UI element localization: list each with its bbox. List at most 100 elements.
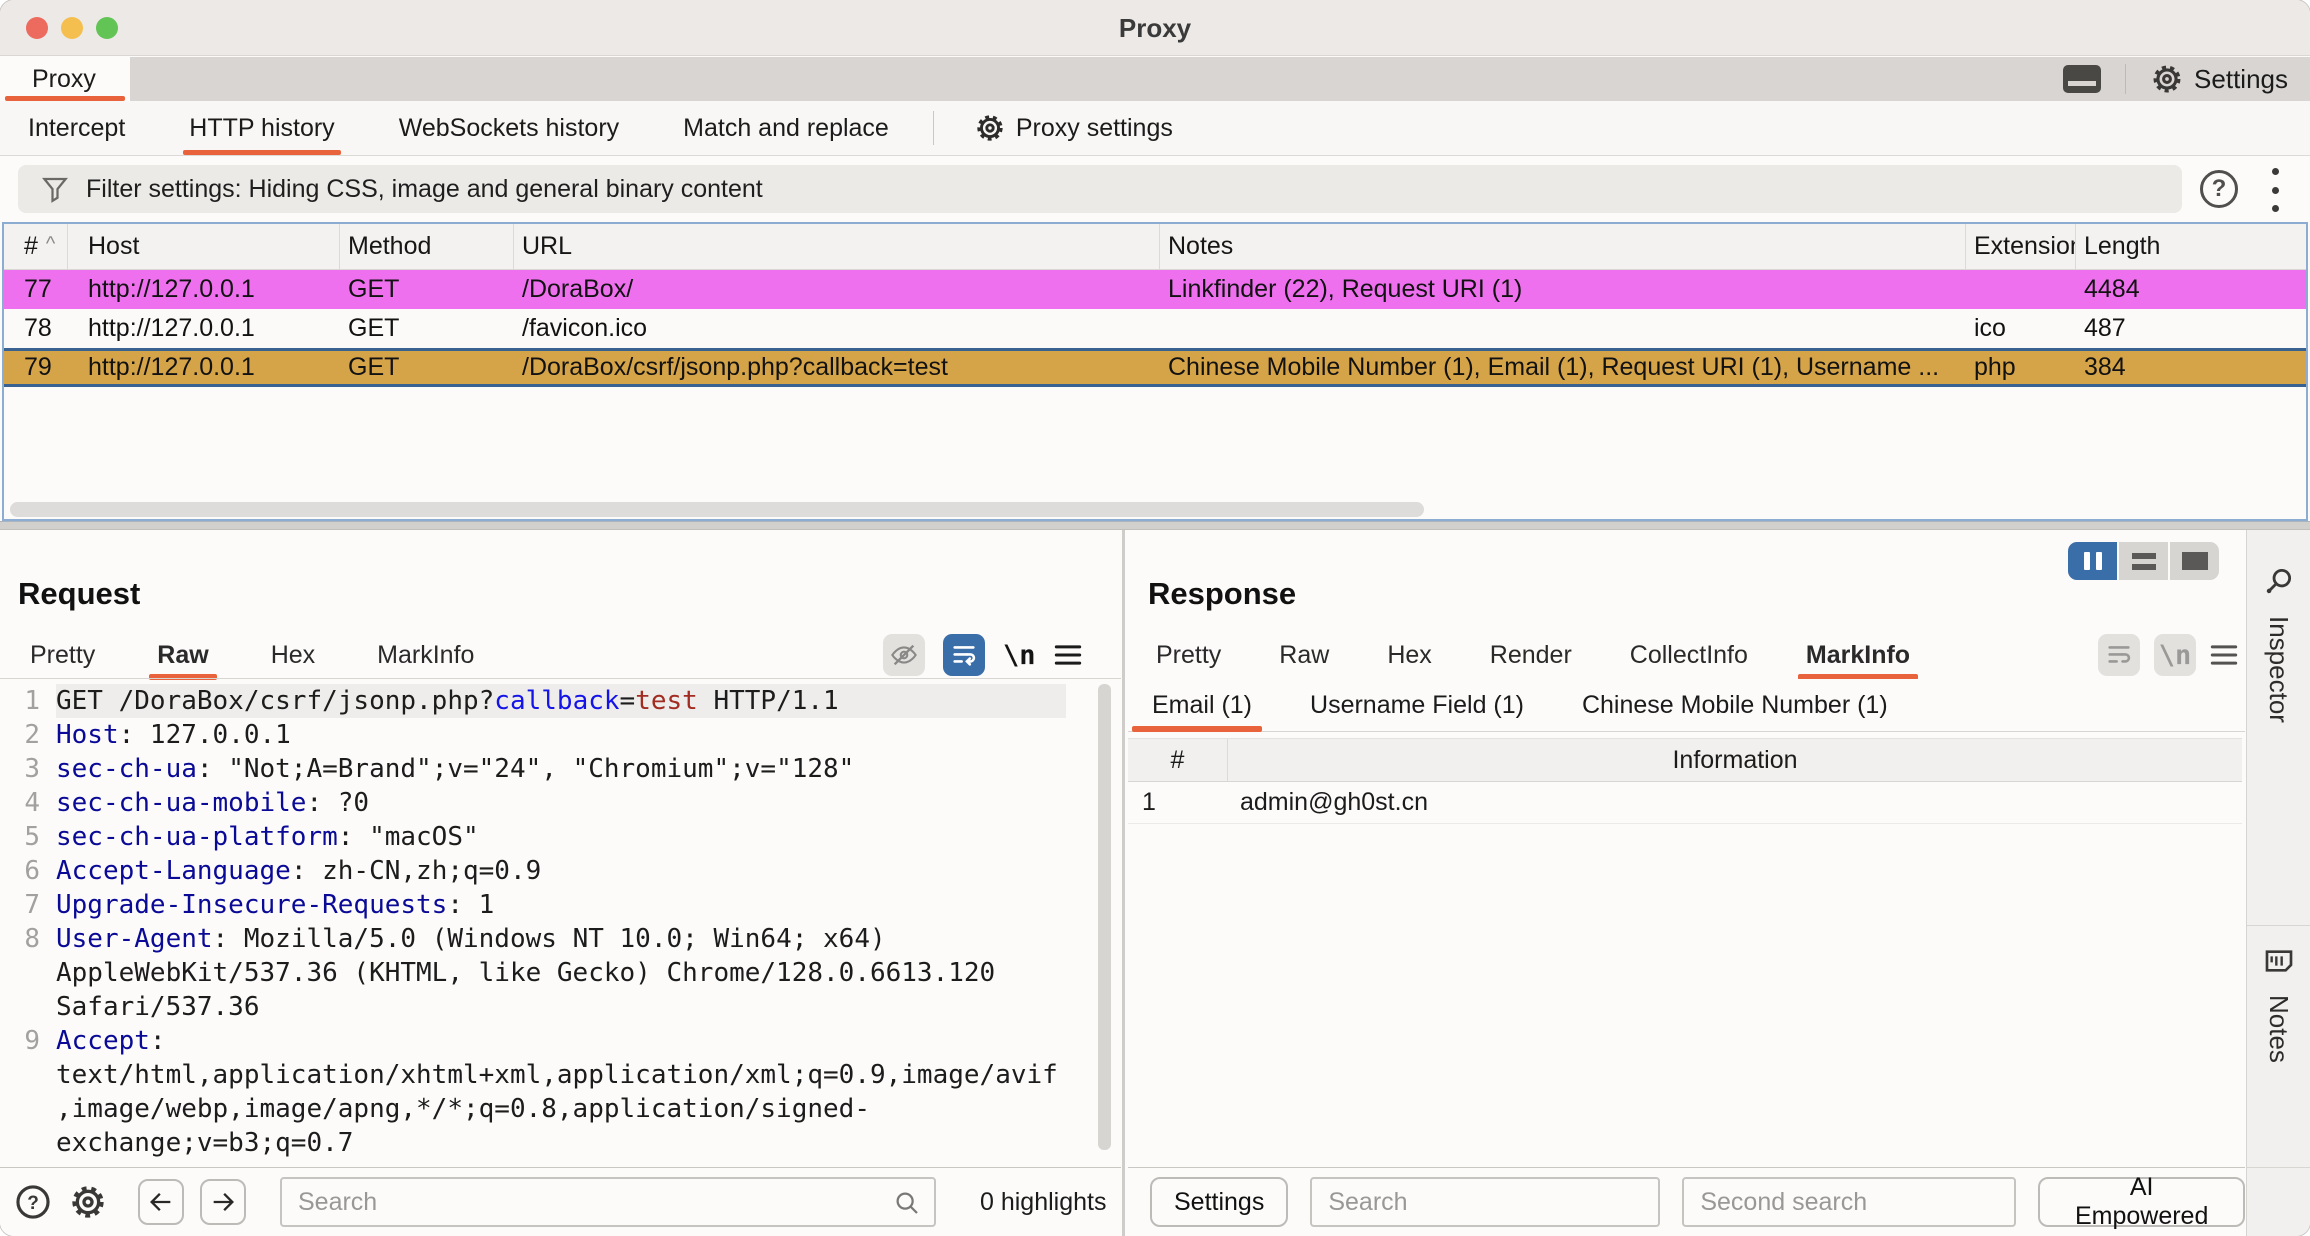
request-editor[interactable]: 1 GET /DoraBox/csrf/jsonp.php?callback=te…: [0, 679, 1110, 1165]
next-match-button[interactable]: [200, 1179, 246, 1225]
pane-splitter[interactable]: [0, 521, 2310, 530]
ai-empowered-button[interactable]: AI Empowered: [2038, 1173, 2245, 1230]
token-header: sec-ch-ua: [56, 754, 197, 784]
token-header: Accept: [56, 1026, 150, 1056]
cell-url: /DoraBox/csrf/jsonp.php?callback=test: [522, 353, 948, 381]
markinfo-tab-email-1[interactable]: Email (1): [1131, 679, 1263, 732]
cell-method: GET: [348, 275, 400, 303]
response-tab-markinfo[interactable]: MarkInfo: [1797, 632, 1919, 680]
newline-toggle[interactable]: \n: [1003, 640, 1036, 671]
more-options-icon[interactable]: [2268, 168, 2282, 212]
subtab-proxy-settings[interactable]: Proxy settings: [974, 112, 1173, 144]
history-row-79[interactable]: 79 http://127.0.0.1 GET/DoraBox/csrf/jsonp…: [4, 348, 2306, 387]
tab-proxy-main[interactable]: Proxy: [0, 57, 130, 101]
cell-: 77: [24, 275, 52, 303]
request-tab-raw[interactable]: Raw: [149, 632, 218, 680]
request-tab-pretty[interactable]: Pretty: [30, 632, 95, 678]
divider: [2247, 925, 2310, 926]
request-line-2: 2 Host: 127.0.0.1: [0, 718, 1110, 752]
response-tab-pretty[interactable]: Pretty: [1156, 632, 1221, 678]
history-row-78[interactable]: 78 http://127.0.0.1 GET/favicon.ico ico 487: [4, 309, 2306, 348]
line-content: sec-ch-ua-platform: "macOS": [56, 820, 1066, 854]
cell-method: GET: [348, 314, 400, 342]
response-tab-collectinfo[interactable]: CollectInfo: [1630, 632, 1748, 678]
column-header-method[interactable]: Method: [340, 224, 514, 269]
sidebar-tab-inspector[interactable]: Inspector: [2247, 564, 2310, 723]
column-header-extension[interactable]: Extension: [1966, 224, 2076, 269]
column-header-host[interactable]: Host: [68, 224, 340, 269]
cell-num: 1: [1142, 788, 1156, 816]
markinfo-second-search-input[interactable]: [1682, 1177, 2017, 1227]
rows-layout-button[interactable]: [2119, 542, 2168, 580]
highlights-count: 0 highlights: [980, 1187, 1107, 1216]
column-header-label: Method: [348, 232, 432, 260]
help-icon[interactable]: ?: [2200, 170, 2238, 208]
notes-label: Notes: [2264, 995, 2294, 1063]
column-header-notes[interactable]: Notes: [1160, 224, 1966, 269]
subtab-match-and-replace[interactable]: Match and replace: [683, 101, 889, 155]
markinfo-tab-username-field-1[interactable]: Username Field (1): [1310, 679, 1524, 731]
vertical-scrollbar[interactable]: [1098, 684, 1111, 1150]
request-search-bar: ? 0 highlights: [0, 1167, 1121, 1236]
column-header-information[interactable]: Information: [1228, 739, 2242, 781]
token-header: User-Agent: [56, 924, 213, 954]
token-plain: : 127.0.0.1: [118, 720, 291, 750]
cell-url: /DoraBox/: [522, 275, 634, 303]
hide-eye-icon[interactable]: [883, 634, 925, 676]
response-tab-raw[interactable]: Raw: [1279, 632, 1329, 678]
history-row-77[interactable]: 77 http://127.0.0.1 GET/DoraBox/Linkfinder…: [4, 270, 2306, 309]
notes-icon: [2263, 945, 2295, 977]
newline-toggle-disabled[interactable]: \n: [2154, 634, 2196, 676]
proxy-settings-label: Proxy settings: [1015, 113, 1173, 142]
column-header-[interactable]: # ^: [4, 224, 68, 269]
previous-match-button[interactable]: [138, 1179, 184, 1225]
settings-button[interactable]: Settings: [2150, 62, 2288, 96]
word-wrap-icon-disabled[interactable]: [2098, 634, 2140, 676]
response-tab-render[interactable]: Render: [1490, 632, 1572, 678]
window-layout-icon[interactable]: [2063, 65, 2102, 93]
markinfo-settings-button[interactable]: Settings: [1150, 1177, 1289, 1227]
cell-method: GET: [348, 353, 400, 381]
subtab-http-history[interactable]: HTTP history: [183, 101, 342, 155]
search-help-icon[interactable]: ?: [14, 1183, 52, 1221]
line-content: sec-ch-ua: "Not;A=Brand";v="24", "Chromi…: [56, 752, 1066, 786]
column-header-length[interactable]: Length: [2076, 224, 2310, 269]
line-content: Accept: text/html,application/xhtml+xml,…: [56, 1024, 1066, 1160]
line-number: 5: [24, 822, 40, 852]
column-header-label: URL: [522, 232, 573, 260]
markinfo-search-input[interactable]: [1310, 1177, 1661, 1227]
request-line-7: 7 Upgrade-Insecure-Requests: 1: [0, 888, 1110, 922]
request-tab-hex[interactable]: Hex: [271, 632, 315, 678]
word-wrap-icon[interactable]: [943, 634, 985, 676]
token-plain: =: [619, 686, 636, 716]
horizontal-scrollbar[interactable]: [10, 502, 1424, 517]
request-response-divider[interactable]: [1122, 530, 1125, 1236]
line-number: 7: [24, 890, 40, 920]
request-search-input[interactable]: [280, 1177, 936, 1227]
request-tab-markinfo[interactable]: MarkInfo: [377, 632, 474, 678]
layout-segmented-control: [2068, 542, 2219, 580]
history-table-header: # ^ Host Method URL Notes Extension Length: [4, 224, 2306, 270]
columns-layout-button[interactable]: [2068, 542, 2117, 580]
line-content: Accept-Language: zh-CN,zh;q=0.9: [56, 854, 1066, 888]
filter-settings-bar[interactable]: Filter settings: Hiding CSS, image and g…: [18, 165, 2182, 213]
token-value: test: [635, 686, 698, 716]
subtab-websockets-history[interactable]: WebSockets history: [399, 101, 619, 155]
request-title: Request: [18, 576, 141, 611]
token-plain: : "macOS": [337, 822, 479, 852]
markinfo-row-1[interactable]: 1 admin@gh0st.cn: [1128, 782, 2242, 824]
markinfo-tab-chinese-mobile-number-1[interactable]: Chinese Mobile Number (1): [1582, 679, 1888, 731]
divider: [932, 111, 934, 145]
svg-text:?: ?: [27, 1193, 39, 1214]
editor-menu-icon[interactable]: [2210, 643, 2238, 667]
sidebar-tab-notes[interactable]: Notes: [2247, 945, 2310, 1063]
editor-menu-icon[interactable]: [1054, 643, 1082, 667]
token-param: callback: [494, 686, 620, 716]
search-settings-gear-icon[interactable]: [68, 1182, 108, 1222]
column-header-url[interactable]: URL: [514, 224, 1160, 269]
column-header-num[interactable]: #: [1128, 739, 1228, 781]
subtab-intercept[interactable]: Intercept: [28, 101, 125, 155]
single-pane-layout-button[interactable]: [2170, 542, 2219, 580]
window-title: Proxy: [1118, 13, 1192, 43]
response-tab-hex[interactable]: Hex: [1387, 632, 1431, 678]
